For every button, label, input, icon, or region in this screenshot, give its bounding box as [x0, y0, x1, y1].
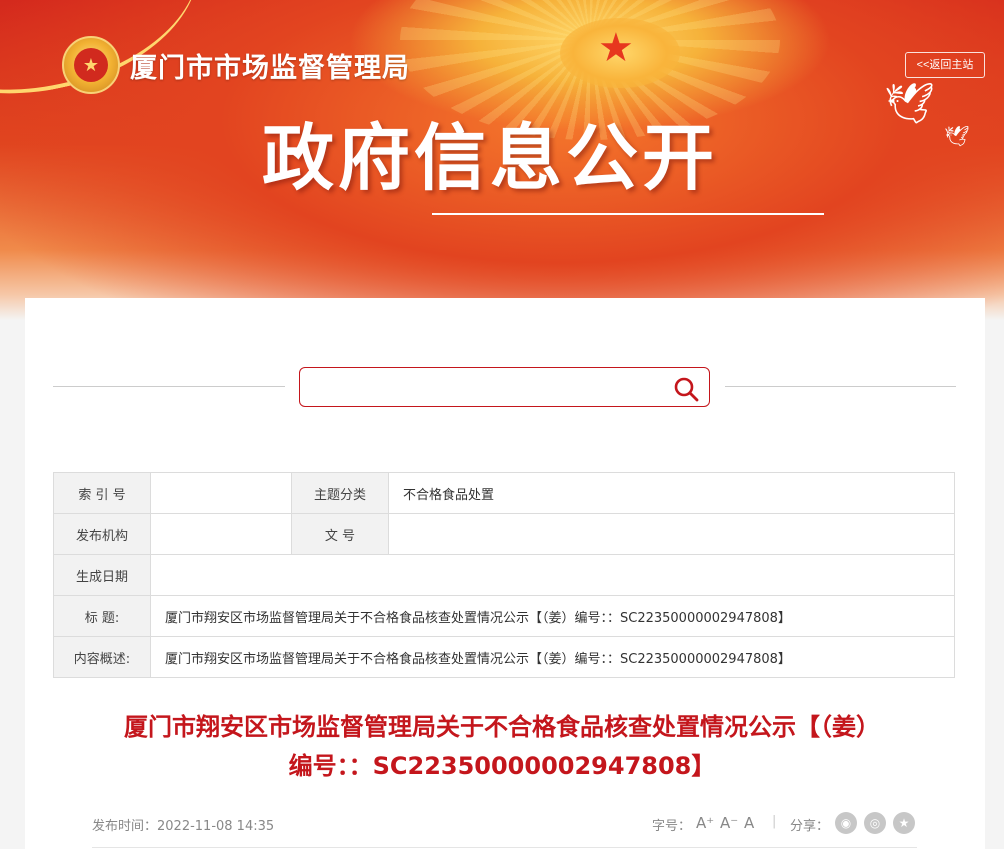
table-row: 内容概述: 厦门市翔安区市场监督管理局关于不合格食品核查处置情况公示【（姜）编号…	[53, 636, 955, 678]
dove-icon: 🕊	[884, 81, 935, 127]
divider	[92, 847, 917, 848]
divider	[725, 386, 956, 387]
header-banner: ★ ★ 厦门市市场监督管理局 <<返回主站 🕊 🕊 政府信息公开	[0, 0, 1004, 320]
summary-label: 内容概述:	[53, 636, 151, 678]
doc-number-value	[388, 513, 955, 555]
summary-value: 厦门市翔安区市场监督管理局关于不合格食品核查处置情况公示【（姜）编号：：SC22…	[150, 636, 955, 678]
national-emblem-icon: ★	[62, 36, 120, 94]
title-label: 标 题:	[53, 595, 151, 637]
font-size-reset-button[interactable]: A	[744, 814, 754, 832]
search-box	[299, 367, 710, 407]
article-title-line-2: 编号：：SC22350000002947808】	[288, 752, 716, 780]
share-label: 分享：	[790, 819, 830, 834]
category-label: 主题分类	[291, 472, 389, 514]
dove-icon: 🕊	[944, 124, 970, 148]
category-value: 不合格食品处置	[388, 472, 955, 514]
issuer-value	[150, 513, 292, 555]
table-row: 生成日期	[53, 554, 955, 596]
index-value	[150, 472, 292, 514]
wechat-icon[interactable]: ◉	[835, 812, 857, 834]
table-row: 索 引 号 主题分类 不合格食品处置	[53, 472, 955, 514]
article-title: 厦门市翔安区市场监督管理局关于不合格食品核查处置情况公示【（姜） 编号：：SC2…	[60, 708, 944, 786]
title-underline	[432, 213, 824, 215]
title-value: 厦门市翔安区市场监督管理局关于不合格食品核查处置情况公示【（姜）编号：：SC22…	[150, 595, 955, 637]
article-meta: 发布时间：2022-11-08 14:35 字号： A⁺ A⁻ A | 分享： …	[92, 810, 920, 838]
article-title-line-1: 厦门市翔安区市场监督管理局关于不合格食品核查处置情况公示【（姜）	[124, 713, 880, 741]
index-label: 索 引 号	[53, 472, 151, 514]
search-input[interactable]	[308, 374, 658, 400]
search-bar	[53, 367, 956, 407]
date-label: 生成日期	[53, 554, 151, 596]
banner-title: 政府信息公开	[262, 116, 719, 200]
separator: |	[772, 814, 777, 829]
issuer-label: 发布机构	[53, 513, 151, 555]
info-table: 索 引 号 主题分类 不合格食品处置 发布机构 文 号 生成日期 标 题: 厦门…	[53, 472, 955, 678]
search-icon[interactable]	[673, 376, 699, 402]
doc-number-label: 文 号	[291, 513, 389, 555]
font-size-label: 字号：	[652, 819, 692, 834]
table-row: 标 题: 厦门市翔安区市场监督管理局关于不合格食品核查处置情况公示【（姜）编号：…	[53, 595, 955, 637]
publish-time: 发布时间：2022-11-08 14:35	[92, 819, 275, 834]
font-size-increase-button[interactable]: A⁺	[696, 814, 714, 832]
font-size-decrease-button[interactable]: A⁻	[720, 814, 738, 832]
divider	[53, 386, 285, 387]
date-value	[150, 554, 955, 596]
star-icon: ★	[598, 25, 634, 71]
back-home-button[interactable]: <<返回主站	[905, 52, 985, 78]
weibo-icon[interactable]: ◎	[864, 812, 886, 834]
favorite-icon[interactable]: ★	[893, 812, 915, 834]
agency-name[interactable]: 厦门市市场监督管理局	[130, 46, 410, 85]
table-row: 发布机构 文 号	[53, 513, 955, 555]
